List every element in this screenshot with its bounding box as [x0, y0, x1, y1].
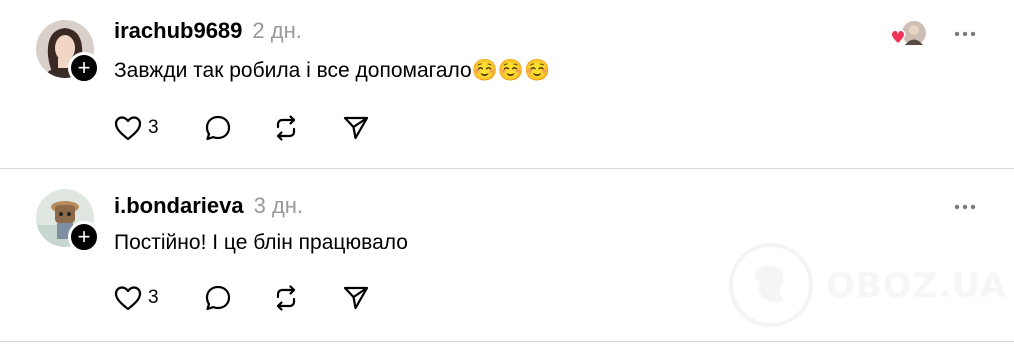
post-text: Завжди так робила і все допомагало☺️☺️☺️ [114, 59, 550, 83]
share-button[interactable] [342, 114, 370, 142]
repost-button[interactable] [272, 114, 342, 142]
send-icon [343, 116, 369, 140]
like-count: 3 [148, 117, 159, 138]
follow-plus-button[interactable]: + [68, 52, 100, 84]
action-bar: 3 [114, 283, 370, 313]
post: + irachub9689 2 дн. Завжди так робила і [0, 0, 1014, 168]
repost-button[interactable] [272, 284, 342, 312]
post-header: i.bondarieva 3 дн. [114, 193, 303, 219]
more-options-icon[interactable] [954, 24, 976, 44]
post-body: Постійно! І це блін працювало [114, 231, 408, 254]
like-button[interactable]: 3 [114, 115, 204, 141]
follow-plus-button[interactable]: + [68, 221, 100, 253]
watermark-text: OBOZ.UA [826, 266, 1008, 306]
threads-feed: + irachub9689 2 дн. Завжди так робила і [0, 0, 1014, 344]
post-time: 2 дн. [252, 18, 302, 43]
avatar[interactable]: + [36, 20, 100, 84]
comment-icon [205, 115, 231, 141]
share-button[interactable] [342, 284, 370, 312]
send-icon [343, 286, 369, 310]
like-count: 3 [148, 287, 159, 308]
repost-icon [276, 285, 296, 311]
globe-logo-icon [729, 243, 813, 327]
like-button[interactable]: 3 [114, 285, 204, 311]
username[interactable]: i.bondarieva [114, 193, 244, 219]
reply-button[interactable] [204, 114, 272, 142]
post-emojis: ☺️☺️☺️ [471, 59, 551, 82]
reply-button[interactable] [204, 284, 272, 312]
plus-icon: + [77, 55, 91, 80]
more-options-icon[interactable] [954, 197, 976, 217]
liked-by-indicator[interactable] [888, 20, 928, 48]
username[interactable]: irachub9689 [114, 18, 242, 44]
post-text: Постійно! І це блін працювало [114, 231, 408, 255]
post-header: irachub9689 2 дн. [114, 18, 302, 44]
post-time: 3 дн. [253, 193, 304, 218]
comment-icon [205, 285, 231, 311]
action-bar: 3 [114, 113, 370, 143]
avatar[interactable]: + [36, 189, 100, 253]
plus-icon: + [77, 224, 91, 249]
oboz-watermark: OBOZ.UA [726, 240, 1006, 330]
heart-icon [114, 116, 142, 141]
heart-icon [114, 286, 142, 311]
divider [0, 341, 1014, 342]
post-body: Завжди так робила і все допомагало [114, 59, 472, 82]
repost-icon [276, 115, 296, 141]
